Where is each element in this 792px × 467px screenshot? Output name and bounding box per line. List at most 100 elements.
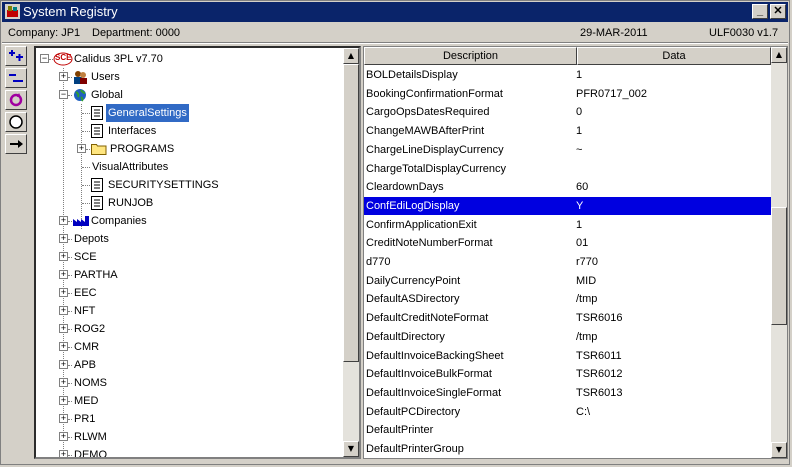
expand-toggle-icon[interactable]: + — [59, 342, 68, 351]
table-row[interactable]: DefaultInvoiceBackingSheet TSR6011 — [364, 347, 771, 365]
tree-node-pr1[interactable]: + PR1 — [36, 410, 336, 428]
collapse-toggle-icon[interactable]: − — [59, 90, 68, 99]
scroll-down-button[interactable]: ▼ — [343, 441, 359, 457]
expand-toggle-icon[interactable]: + — [59, 324, 68, 333]
table-row[interactable]: CargoOpsDatesRequired 0 — [364, 103, 771, 121]
tree-node-partha[interactable]: + PARTHA — [36, 266, 336, 284]
scroll-up-button[interactable]: ▲ — [343, 48, 359, 64]
table-row[interactable]: DefaultCreditNoteFormat TSR6016 — [364, 309, 771, 327]
tree-line — [82, 131, 90, 132]
description-cell: ConfirmApplicationExit — [366, 218, 477, 231]
expand-toggle-icon[interactable]: + — [59, 306, 68, 315]
tree-node-root[interactable]: − SCE Calidus 3PL v7.70 — [36, 50, 336, 68]
table-row[interactable]: ConfirmApplicationExit 1 — [364, 216, 771, 234]
table-row[interactable]: ChangeMAWBAfterPrint 1 — [364, 122, 771, 140]
tree-node-label: PARTHA — [74, 269, 118, 281]
tree-node-depots[interactable]: + Depots — [36, 230, 336, 248]
scroll-thumb[interactable] — [343, 64, 359, 362]
table-row[interactable]: DailyCurrencyPoint MID — [364, 272, 771, 290]
tree-node-runjob[interactable]: RUNJOB — [36, 194, 336, 212]
tree-node-rog2[interactable]: + ROG2 — [36, 320, 336, 338]
tree-node-nft[interactable]: + NFT — [36, 302, 336, 320]
tree-node-companies[interactable]: + Companies — [36, 212, 336, 230]
tree-node-sce[interactable]: + SCE — [36, 248, 336, 266]
tree-node-demo[interactable]: + DEMO — [36, 446, 336, 457]
tree-node-general-settings[interactable]: GeneralSettings — [36, 104, 336, 122]
table-row[interactable]: ChargeLineDisplayCurrency ~ — [364, 141, 771, 159]
column-header-data[interactable]: Data — [577, 47, 771, 65]
close-icon: ✕ — [773, 5, 783, 17]
globe-icon — [74, 89, 86, 102]
tree-node-rlwm[interactable]: + RLWM — [36, 428, 336, 446]
data-cell: 01 — [576, 237, 589, 250]
table-row[interactable]: ConfEdiLogDisplay Y — [364, 196, 771, 215]
scroll-down-button[interactable]: ▼ — [771, 442, 787, 458]
scroll-thumb[interactable] — [771, 207, 787, 325]
data-cell: PFR0717_002 — [576, 87, 647, 100]
table-row[interactable]: DefaultInvoiceBulkFormat TSR6012 — [364, 365, 771, 383]
tree-node-cmr[interactable]: + CMR — [36, 338, 336, 356]
go-button[interactable] — [5, 134, 27, 154]
document-icon — [91, 124, 103, 138]
collapse-all-button[interactable] — [5, 68, 27, 88]
collapse-toggle-icon[interactable]: − — [40, 54, 49, 63]
expand-toggle-icon[interactable]: + — [59, 414, 68, 423]
expand-all-button[interactable] — [5, 46, 27, 66]
data-cell: /tmp — [576, 293, 598, 306]
table-row[interactable]: BookingConfirmationFormat PFR0717_002 — [364, 85, 771, 103]
minimize-button[interactable]: _ — [752, 4, 768, 19]
tree-node-visual-attributes[interactable]: VisualAttributes — [36, 158, 336, 176]
data-cell: Y — [576, 199, 584, 212]
expand-toggle-icon[interactable]: + — [59, 216, 68, 225]
tree-node-global[interactable]: − Global — [36, 86, 336, 104]
expand-toggle-icon[interactable]: + — [59, 450, 68, 457]
tree-node-eec[interactable]: + EEC — [36, 284, 336, 302]
scroll-up-button[interactable]: ▲ — [771, 47, 787, 63]
expand-toggle-icon[interactable]: + — [59, 378, 68, 387]
table-row[interactable]: CleardownDays 60 — [364, 178, 771, 196]
table-row[interactable]: DefaultPrinterGroup — [364, 440, 771, 458]
refresh-button[interactable] — [5, 90, 27, 110]
table-row[interactable]: DefaultDirectory/tmp — [364, 328, 771, 346]
table-row[interactable]: DefaultASDirectory/tmp — [364, 290, 771, 308]
expand-toggle-icon[interactable]: + — [59, 432, 68, 441]
expand-toggle-icon[interactable]: + — [77, 144, 86, 153]
tree-node-label: RLWM — [74, 431, 107, 443]
table-row[interactable]: BOLDetailsDisplay 1 — [364, 66, 771, 84]
expand-toggle-icon[interactable]: + — [59, 72, 68, 81]
collapse-all-icon — [9, 74, 23, 82]
table-row[interactable]: DefaultInvoiceSingleFormat TSR6013 — [364, 384, 771, 402]
factory-icon — [73, 216, 89, 226]
tree-node-interfaces[interactable]: Interfaces — [36, 122, 336, 140]
minimize-icon: _ — [756, 5, 764, 17]
tree-node-noms[interactable]: + NOMS — [36, 374, 336, 392]
tree-node-med[interactable]: + MED — [36, 392, 336, 410]
search-icon — [9, 115, 23, 129]
table-row[interactable]: d770 r770 — [364, 253, 771, 271]
table-row[interactable]: ChargeTotalDisplayCurrency — [364, 160, 771, 178]
expand-toggle-icon[interactable]: + — [59, 234, 68, 243]
expand-toggle-icon[interactable]: + — [59, 396, 68, 405]
column-header-description[interactable]: Description — [364, 47, 577, 65]
close-button[interactable]: ✕ — [770, 4, 786, 19]
data-cell: r770 — [576, 256, 599, 268]
data-cell: TSR6016 — [576, 312, 623, 325]
description-cell: DefaultDirectory — [366, 330, 445, 343]
table-row[interactable]: DefaultPrinter — [364, 421, 771, 439]
grid-scrollbar[interactable]: ▲ ▼ — [771, 47, 787, 458]
table-row[interactable]: DefaultPCDirectory C:\ — [364, 403, 771, 421]
tree-node-apb[interactable]: + APB — [36, 356, 336, 374]
tree-node-programs[interactable]: + PROGRAMS — [36, 140, 336, 158]
expand-toggle-icon[interactable]: + — [59, 288, 68, 297]
search-button[interactable] — [5, 112, 27, 132]
expand-toggle-icon[interactable]: + — [59, 252, 68, 261]
expand-toggle-icon[interactable]: + — [59, 360, 68, 369]
tree-node-users[interactable]: + Users — [36, 68, 336, 86]
tree-node-security-settings[interactable]: SECURITYSETTINGS — [36, 176, 336, 194]
description-cell: DefaultInvoiceBulkFormat — [366, 368, 492, 381]
tree-line — [68, 221, 72, 222]
expand-toggle-icon[interactable]: + — [59, 270, 68, 279]
table-row[interactable]: CreditNoteNumberFormat 01 — [364, 234, 771, 252]
tree-scrollbar[interactable]: ▲ ▼ — [343, 48, 359, 457]
data-cell: 1 — [576, 218, 583, 231]
